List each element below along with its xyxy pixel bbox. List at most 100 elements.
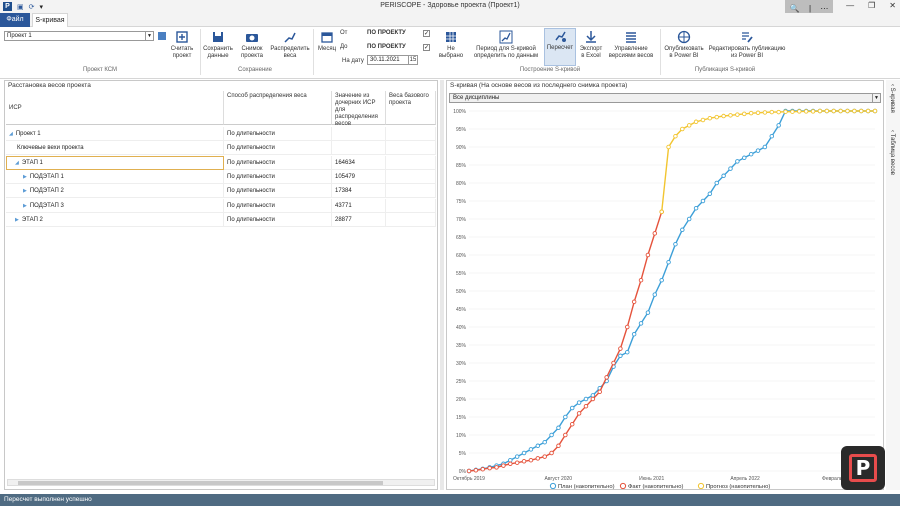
- value-cell[interactable]: [332, 127, 386, 141]
- wbs-name: ПОДЭТАП 3: [29, 202, 64, 209]
- month-button[interactable]: Месяц: [314, 30, 340, 53]
- side-tab-weights-label: Таблица весов: [889, 133, 895, 175]
- export-excel-button[interactable]: Экспорт в Excel: [578, 30, 604, 60]
- base-weight-cell[interactable]: [386, 155, 436, 170]
- close-button[interactable]: ✕: [889, 1, 896, 10]
- side-tab-weights-table[interactable]: ‹ Таблица весов: [889, 130, 895, 175]
- method-cell[interactable]: По длительности: [224, 127, 332, 141]
- panel-splitter[interactable]: [440, 80, 444, 490]
- distribute-weights-button[interactable]: Распределить веса: [269, 30, 311, 60]
- y-tick-label: 0%: [459, 469, 467, 475]
- to-value[interactable]: ПО ПРОЕКТУ: [367, 44, 406, 51]
- table-row[interactable]: ▶ ЭТАП 2 По длительности 28877: [6, 212, 436, 227]
- expand-arrow-icon[interactable]: ▶: [23, 174, 27, 180]
- base-weight-cell[interactable]: [386, 198, 436, 213]
- table-row[interactable]: Ключевые вехи проекта По длительности: [6, 141, 436, 156]
- wbs-cell[interactable]: Ключевые вехи проекта: [6, 141, 224, 156]
- legend-label: Прогноз (накопительно): [706, 484, 770, 489]
- method-cell[interactable]: По длительности: [224, 212, 332, 227]
- minimize-button[interactable]: —: [846, 1, 854, 10]
- edit-publication-button[interactable]: Редактировать публикацию из Power BI: [708, 30, 786, 60]
- expand-arrow-icon[interactable]: ▶: [23, 203, 27, 209]
- expand-arrow-icon[interactable]: ▶: [15, 217, 19, 223]
- recalc-button[interactable]: Пересчет: [544, 28, 576, 66]
- tab-s-curve[interactable]: S-кривая: [32, 13, 68, 27]
- base-weight-cell[interactable]: [386, 212, 436, 227]
- base-weight-cell[interactable]: [386, 141, 436, 156]
- side-tab-s-curve[interactable]: ‹ S-кривая: [889, 84, 895, 113]
- manage-versions-button[interactable]: Управление версиями весов: [606, 30, 656, 60]
- column-header-value[interactable]: Значение из дочерних ИСР для распределен…: [332, 91, 386, 127]
- wbs-cell[interactable]: ▶ ПОДЭТАП 2: [6, 184, 224, 199]
- base-weight-cell[interactable]: [386, 169, 436, 184]
- expand-arrow-icon[interactable]: ▶: [23, 188, 27, 194]
- zoom-icon[interactable]: 🔍: [790, 4, 800, 13]
- table-row[interactable]: ▶ ПОДЭТАП 2 По длительности 17384: [6, 184, 436, 199]
- data-point: [473, 468, 479, 473]
- period-button[interactable]: Период для S-кривой определить по данным: [470, 30, 542, 60]
- value-cell[interactable]: [332, 141, 386, 156]
- legend-marker: [549, 482, 557, 489]
- project-select[interactable]: Проект 1 ▼: [4, 31, 154, 41]
- snapshot-button[interactable]: Снимок проекта: [235, 30, 269, 60]
- not-selected-button[interactable]: Не выбрано: [436, 30, 466, 60]
- publish-powerbi-button[interactable]: Опубликовать в Power BI: [662, 30, 706, 60]
- table-row[interactable]: ▶ ПОДЭТАП 1 По длительности 105479: [6, 169, 436, 184]
- edit-publication-label: Редактировать публикацию из Power BI: [708, 46, 786, 59]
- wbs-cell[interactable]: ▶ ПОДЭТАП 3: [6, 198, 224, 213]
- collapse-arrow-icon[interactable]: ◢: [9, 131, 13, 137]
- from-checkbox[interactable]: ✓: [423, 30, 430, 37]
- data-point: [611, 360, 616, 366]
- data-point: [762, 144, 768, 150]
- read-project-button[interactable]: Считать проект: [166, 30, 198, 60]
- data-point: [659, 209, 664, 215]
- method-cell[interactable]: По длительности: [224, 155, 332, 170]
- distribute-label: Распределить веса: [270, 46, 310, 59]
- data-point: [569, 421, 575, 427]
- scrollbar-thumb[interactable]: [18, 481, 383, 485]
- x-tick-label: Август 2020: [545, 476, 573, 482]
- legend-marker: [619, 482, 627, 489]
- wbs-cell[interactable]: ◢ ЭТАП 1: [6, 155, 224, 170]
- data-point: [858, 108, 864, 114]
- globe-icon: [677, 30, 691, 44]
- data-point: [549, 450, 554, 456]
- value-cell[interactable]: 17384: [332, 184, 386, 199]
- value-cell[interactable]: 164634: [332, 155, 386, 170]
- more-icon[interactable]: ⋯: [820, 4, 828, 13]
- side-tabs: ‹ S-кривая ‹ Таблица весов: [886, 80, 900, 490]
- discipline-select[interactable]: Все дисциплины ▼: [449, 93, 881, 103]
- method-cell[interactable]: По длительности: [224, 169, 332, 184]
- table-row[interactable]: ◢ ЭТАП 1 По длительности 164634: [6, 155, 436, 170]
- base-weight-cell[interactable]: [386, 127, 436, 141]
- method-cell[interactable]: По длительности: [224, 198, 332, 213]
- method-cell[interactable]: По длительности: [224, 141, 332, 156]
- column-header-base-weights[interactable]: Веса базового проекта: [386, 91, 436, 125]
- table-row[interactable]: ▶ ПОДЭТАП 3 По длительности 43771: [6, 198, 436, 213]
- collapse-arrow-icon[interactable]: ◢: [15, 160, 19, 166]
- to-checkbox[interactable]: ✓: [423, 44, 430, 51]
- base-weight-cell[interactable]: [386, 184, 436, 199]
- column-header-method[interactable]: Способ распределения веса: [224, 91, 332, 125]
- data-point: [872, 108, 878, 114]
- table-row[interactable]: ◢ Проект 1 По длительности: [6, 127, 436, 141]
- on-date-input[interactable]: 30.11.2021: [367, 55, 409, 65]
- wbs-cell[interactable]: ▶ ПОДЭТАП 1: [6, 169, 224, 184]
- maximize-button[interactable]: ❐: [868, 1, 875, 10]
- method-cell[interactable]: По длительности: [224, 184, 332, 199]
- value-cell[interactable]: 105479: [332, 169, 386, 184]
- horizontal-scrollbar[interactable]: [7, 479, 435, 486]
- data-point: [686, 216, 692, 222]
- save-data-button[interactable]: Сохранить данные: [201, 30, 235, 60]
- wbs-cell[interactable]: ▶ ЭТАП 2: [6, 212, 224, 227]
- from-value[interactable]: ПО ПРОЕКТУ: [367, 30, 406, 37]
- status-text: Пересчет выполнен успешно: [4, 496, 92, 503]
- wbs-cell[interactable]: ◢ Проект 1: [6, 127, 224, 141]
- value-cell[interactable]: 28877: [332, 212, 386, 227]
- column-header-wbs[interactable]: ИСР: [6, 91, 224, 125]
- tab-file[interactable]: Файл: [0, 13, 30, 27]
- value-cell[interactable]: 43771: [332, 198, 386, 213]
- date-picker-button[interactable]: 15: [408, 55, 418, 65]
- period-chart-icon: [499, 30, 513, 44]
- data-point: [542, 454, 547, 459]
